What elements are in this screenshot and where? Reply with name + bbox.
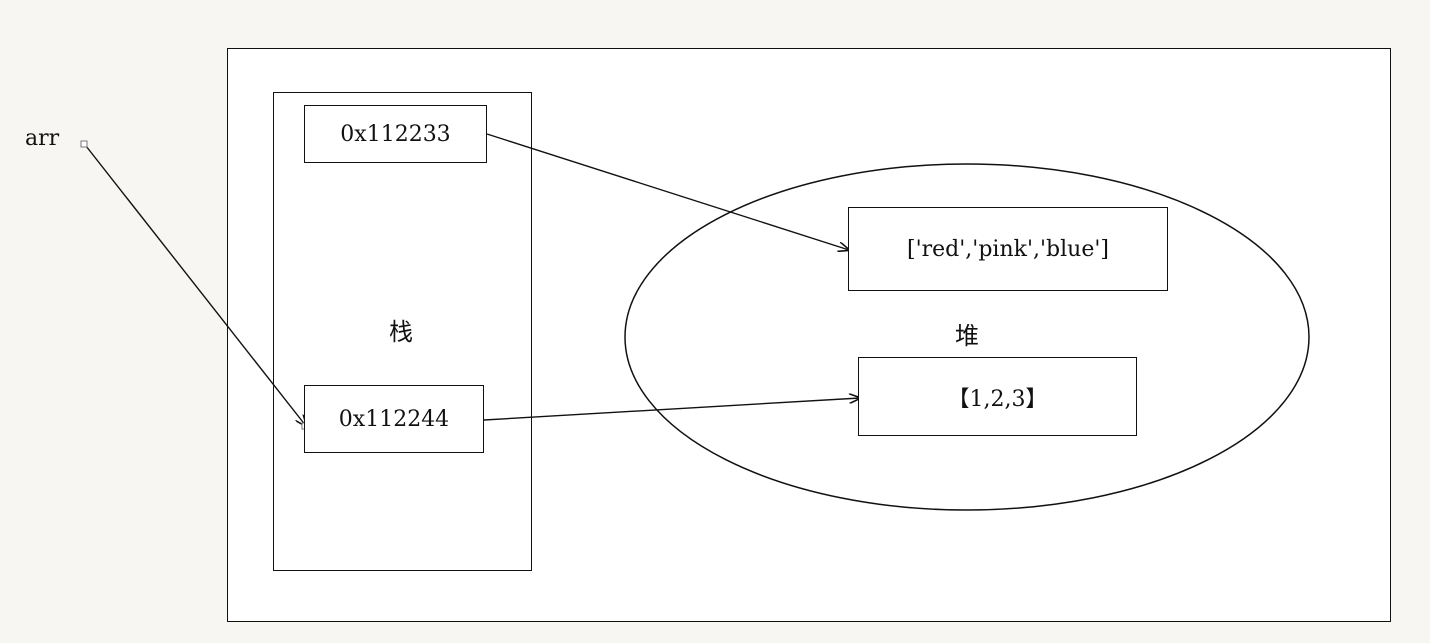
heap-object-array-text: ['red','pink','blue'] — [907, 236, 1109, 262]
variable-label[interactable]: arr — [25, 128, 59, 150]
stack-label: 栈 — [389, 318, 413, 346]
stack-address-1-text: 0x112233 — [340, 121, 451, 147]
heap-object-numbers[interactable]: 【1,2,3】 — [858, 357, 1137, 436]
stack-address-2-text: 0x112244 — [338, 406, 450, 432]
stack-address-1[interactable]: 0x112233 — [304, 105, 487, 163]
heap-label: 堆 — [955, 322, 979, 350]
heap-object-numbers-text: 【1,2,3】 — [947, 386, 1048, 412]
heap-object-array[interactable]: ['red','pink','blue'] — [848, 207, 1168, 291]
stack-address-2[interactable]: 0x112244 — [304, 385, 484, 453]
arr-anchor-handle[interactable] — [80, 140, 88, 148]
